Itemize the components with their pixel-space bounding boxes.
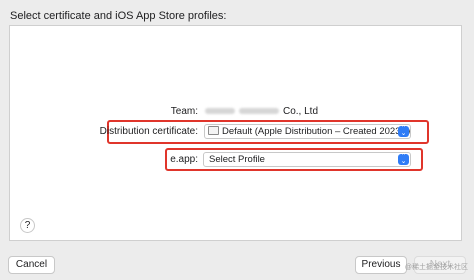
team-name-suffix: Co., Ltd bbox=[283, 106, 319, 117]
window: Select certificate and iOS App Store pro… bbox=[0, 0, 474, 280]
cancel-button[interactable]: Cancel bbox=[8, 256, 55, 274]
certificate-icon bbox=[208, 126, 219, 135]
app-profile-label: e.app: bbox=[170, 154, 198, 165]
team-label: Team: bbox=[170, 106, 198, 117]
app-profile-popup[interactable]: Select Profile ⌃ ⌄ bbox=[203, 152, 411, 167]
distribution-certificate-label: Distribution certificate: bbox=[99, 126, 198, 137]
popup-stepper-icon: ⌃ ⌄ bbox=[398, 153, 409, 165]
redacted-text bbox=[205, 108, 235, 115]
app-profile-value: Select Profile bbox=[209, 154, 265, 165]
distribution-certificate-value: Default (Apple Distribution – Created 20… bbox=[222, 126, 411, 137]
popup-stepper-icon: ⌃ ⌄ bbox=[398, 125, 409, 137]
header-text: Select certificate and iOS App Store pro… bbox=[10, 10, 227, 22]
previous-button[interactable]: Previous bbox=[355, 256, 407, 274]
help-button[interactable]: ? bbox=[20, 218, 35, 233]
redacted-text bbox=[239, 108, 279, 115]
watermark: @稀土掘金技术社区 bbox=[404, 264, 468, 271]
distribution-certificate-popup[interactable]: Default (Apple Distribution – Created 20… bbox=[204, 124, 411, 139]
team-value: Co., Ltd bbox=[205, 106, 318, 117]
